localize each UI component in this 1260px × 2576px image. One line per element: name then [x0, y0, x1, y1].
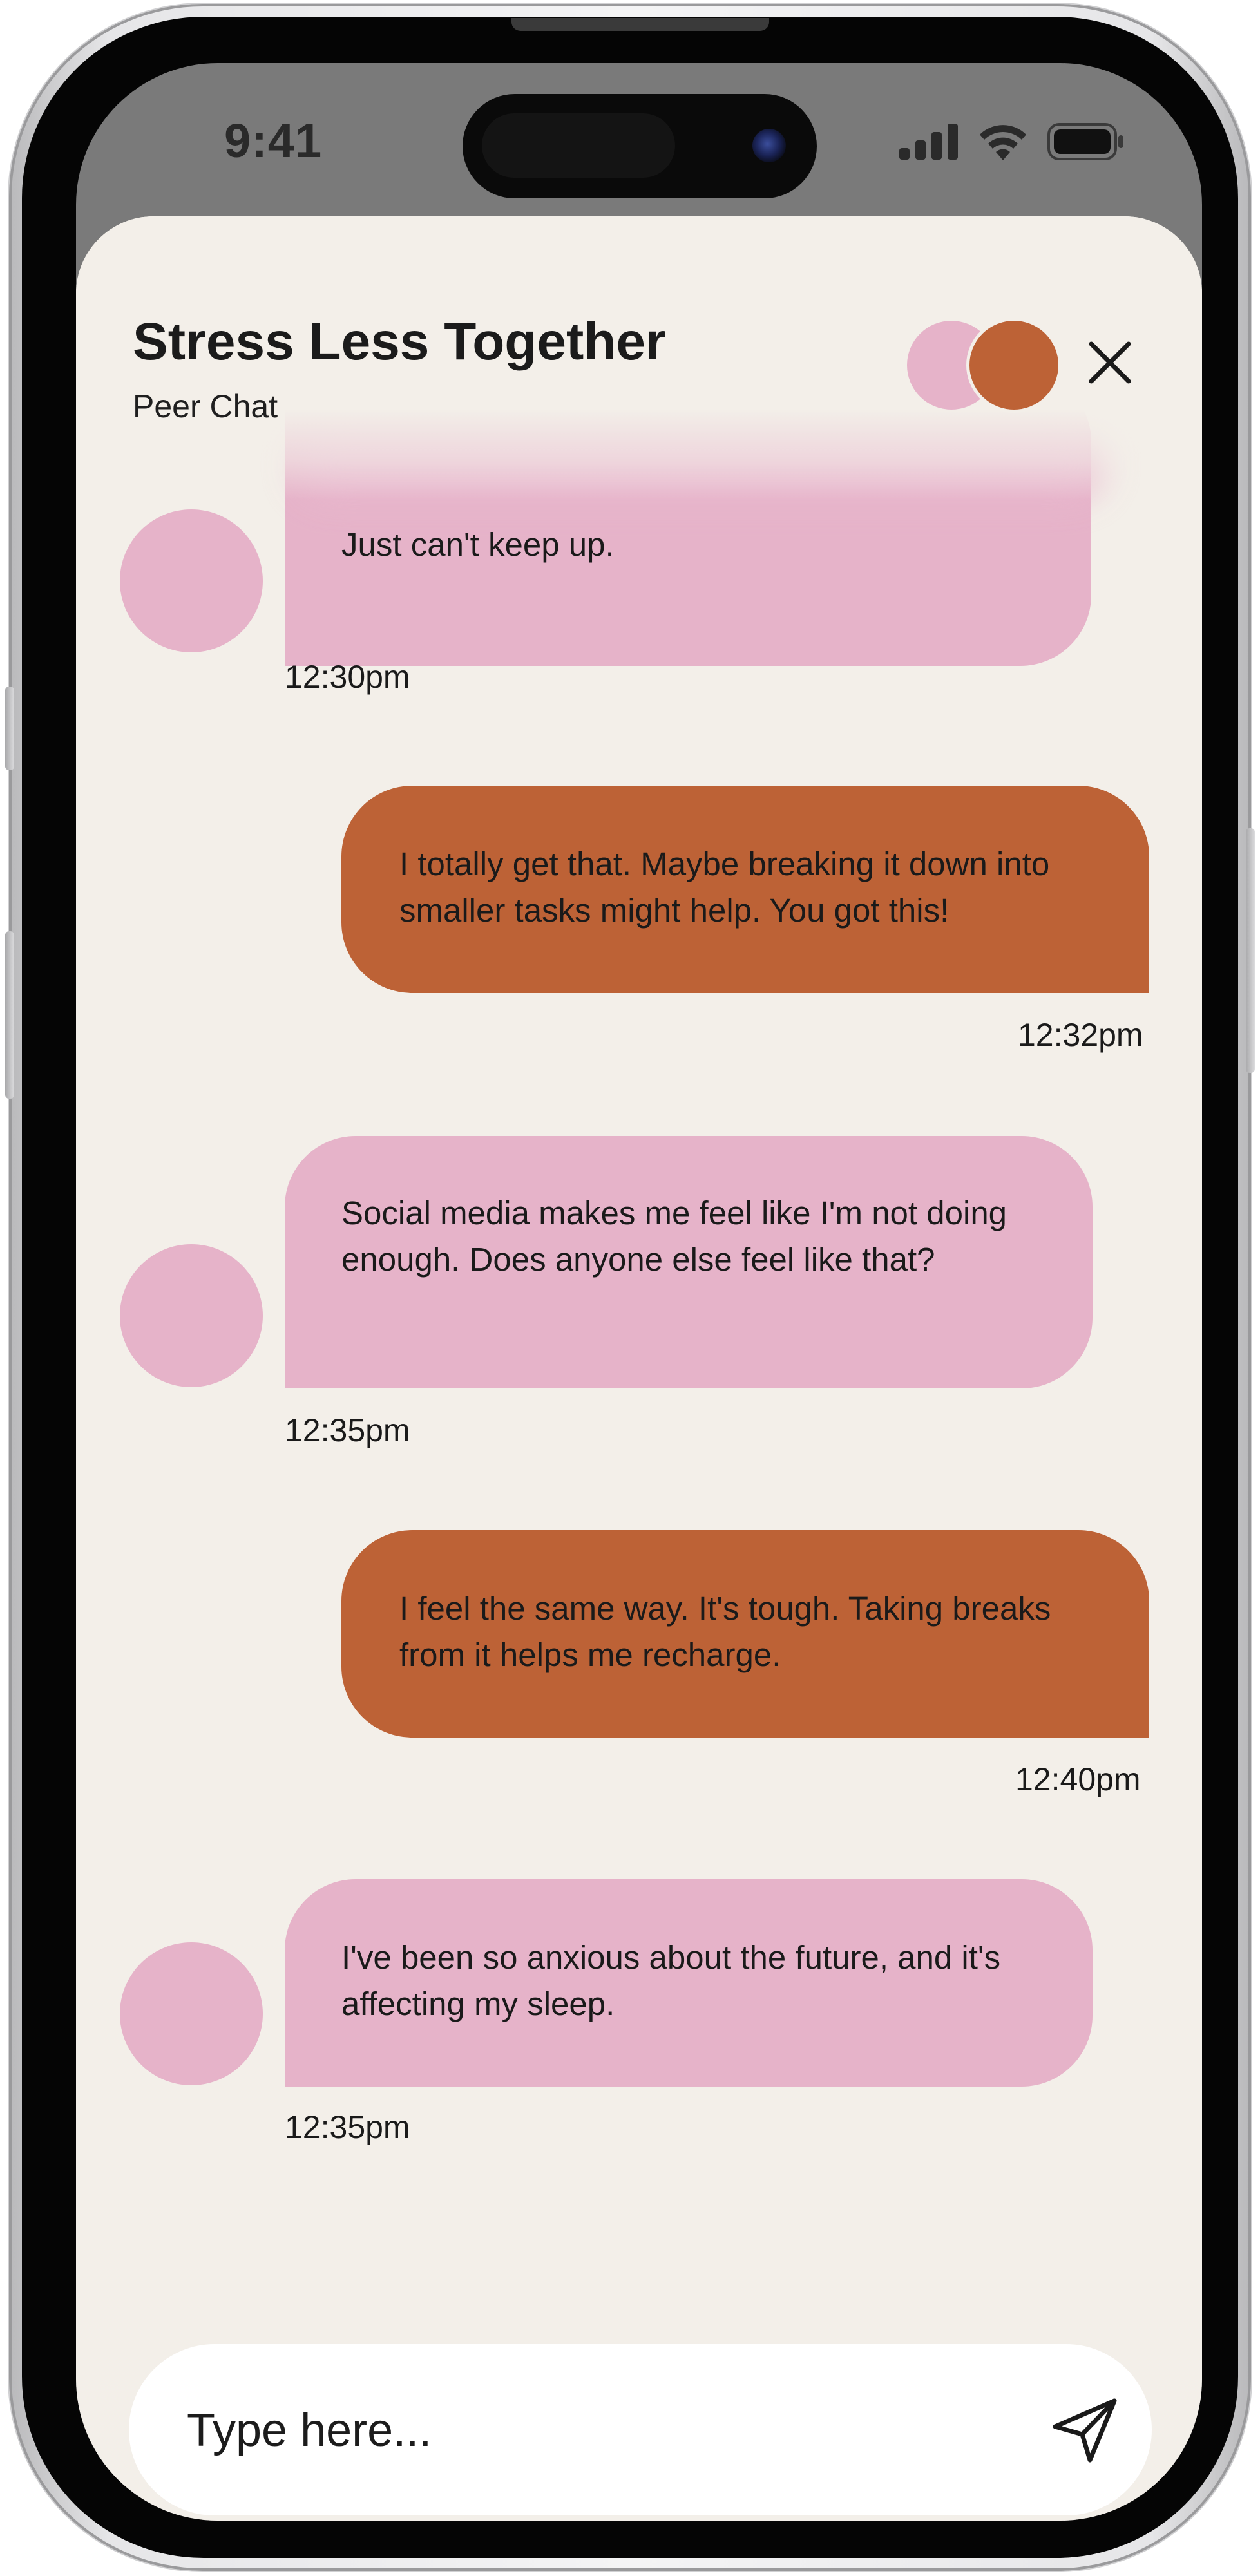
peer-message-text: Social media makes me feel like I'm not … — [341, 1195, 1007, 1278]
my-message-text: I feel the same way. It's tough. Taking … — [399, 1590, 1051, 1673]
message-timestamp: 12:40pm — [1015, 1761, 1141, 1797]
my-message-text: I totally get that. Maybe breaking it do… — [399, 846, 1050, 929]
close-button[interactable] — [1081, 334, 1139, 392]
peer-message-text: I've been so anxious about the future, a… — [341, 1939, 1001, 2022]
volume-up-button — [5, 931, 14, 1099]
status-time: 9:41 — [224, 114, 323, 167]
phone-screen: 9:41 Just can't keep up. 12:30pm I total… — [76, 63, 1202, 2521]
peer-avatar — [120, 1942, 263, 2085]
island-sensor — [482, 113, 675, 178]
message-timestamp: 12:30pm — [285, 659, 410, 695]
peer-message-bubble: Social media makes me feel like I'm not … — [285, 1136, 1093, 1388]
cellular-signal-icon — [899, 124, 958, 160]
wifi-icon — [980, 125, 1026, 160]
home-indicator-area — [76, 2495, 1202, 2521]
action-button — [5, 687, 14, 770]
chat-title: Stress Less Together — [133, 312, 666, 371]
chat-subtitle: Peer Chat — [133, 388, 278, 424]
message-timestamp: 12:32pm — [1018, 1017, 1143, 1053]
peer-avatar — [120, 509, 263, 652]
message-list[interactable]: Just can't keep up. 12:30pm I totally ge… — [76, 216, 1202, 2521]
message-composer — [129, 2344, 1152, 2515]
battery-icon — [1047, 123, 1123, 160]
chat-sheet: Just can't keep up. 12:30pm I totally ge… — [76, 216, 1202, 2521]
status-icons — [899, 122, 1125, 161]
participant-avatars[interactable] — [907, 317, 1062, 413]
peer-message-text: Just can't keep up. — [341, 526, 615, 563]
send-icon — [1053, 2398, 1117, 2463]
power-button — [1246, 828, 1255, 1073]
close-icon — [1089, 341, 1131, 384]
message-input[interactable] — [186, 2383, 961, 2478]
chat-header: Stress Less Together Peer Chat — [76, 216, 1202, 500]
message-timestamp: 12:35pm — [285, 1412, 410, 1448]
peer-avatar — [120, 1244, 263, 1387]
speaker-grille — [511, 18, 769, 31]
send-button[interactable] — [1044, 2388, 1127, 2472]
phone-frame: 9:41 Just can't keep up. 12:30pm I total… — [5, 4, 1255, 2571]
participant-avatar[interactable] — [966, 317, 1062, 413]
front-camera-icon — [752, 129, 786, 162]
my-message-bubble: I feel the same way. It's tough. Taking … — [341, 1530, 1149, 1738]
message-timestamp: 12:35pm — [285, 2109, 410, 2145]
dynamic-island — [463, 94, 817, 198]
my-message-bubble: I totally get that. Maybe breaking it do… — [341, 786, 1149, 993]
peer-message-bubble: I've been so anxious about the future, a… — [285, 1879, 1093, 2087]
status-bar: 9:41 — [76, 63, 1202, 218]
